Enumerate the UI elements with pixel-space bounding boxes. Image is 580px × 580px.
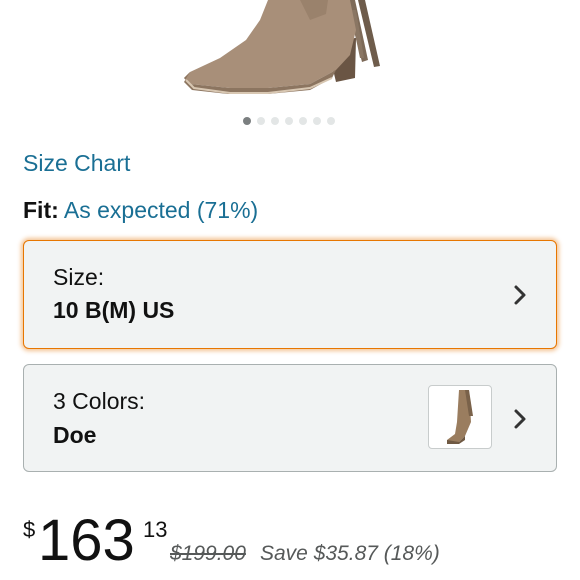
carousel-dots [243, 117, 335, 125]
price-currency-symbol: $ [23, 517, 36, 542]
fit-value-link[interactable]: As expected (71%) [64, 197, 258, 223]
product-image[interactable] [150, 0, 430, 108]
chevron-right-icon [514, 409, 526, 429]
size-selector-value: 10 B(M) US [53, 297, 175, 323]
color-selector-value: Doe [53, 422, 97, 448]
size-chart-link[interactable]: Size Chart [23, 150, 130, 177]
list-price: $199.00 [170, 542, 246, 565]
size-selector-label: Size: [53, 264, 105, 290]
carousel-dot[interactable] [243, 117, 251, 125]
chevron-right-icon [514, 285, 526, 305]
carousel-dot[interactable] [271, 117, 279, 125]
price-whole: 163 [38, 508, 135, 573]
carousel-dot[interactable] [313, 117, 321, 125]
price-fraction: 13 [143, 517, 168, 542]
color-selector[interactable]: 3 Colors: Doe [23, 364, 557, 472]
size-selector[interactable]: Size: 10 B(M) US [23, 240, 557, 349]
carousel-dot[interactable] [285, 117, 293, 125]
color-selector-label: 3 Colors: [53, 388, 146, 414]
fit-label: Fit: [23, 197, 59, 223]
savings-text: Save $35.87 (18%) [260, 542, 440, 565]
carousel-dot[interactable] [327, 117, 335, 125]
carousel-dot[interactable] [299, 117, 307, 125]
color-swatch-thumbnail[interactable] [428, 385, 492, 449]
carousel-dot[interactable] [257, 117, 265, 125]
fit-row: Fit: As expected (71%) [23, 197, 258, 224]
